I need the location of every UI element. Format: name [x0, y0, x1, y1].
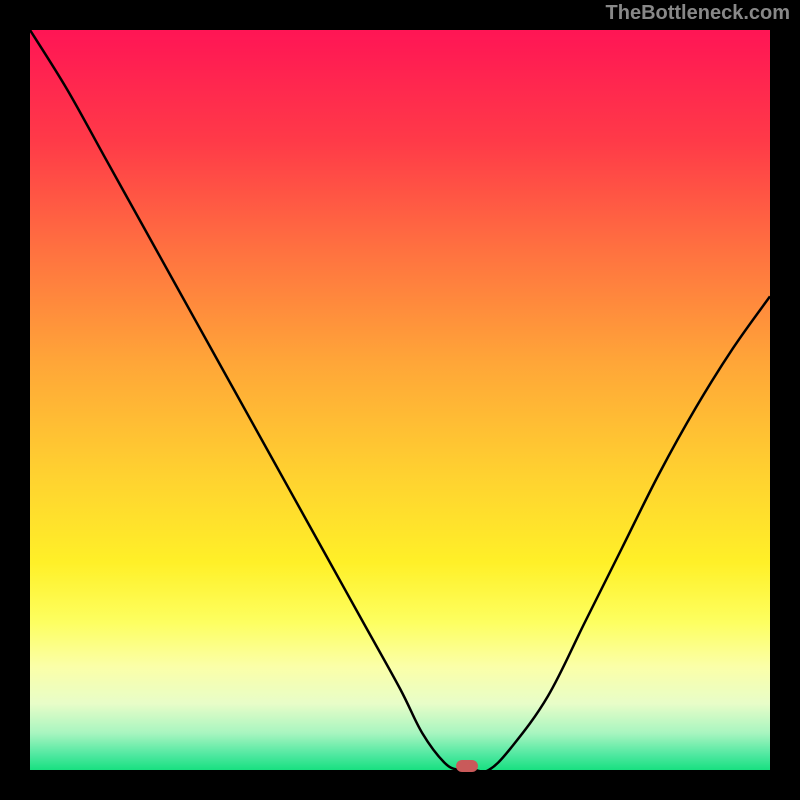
optimal-point-marker — [456, 760, 478, 772]
bottleneck-curve — [30, 30, 770, 770]
plot-area — [30, 30, 770, 770]
curve-layer — [30, 30, 770, 770]
chart-container: TheBottleneck.com — [0, 0, 800, 800]
watermark-text: TheBottleneck.com — [606, 2, 790, 25]
